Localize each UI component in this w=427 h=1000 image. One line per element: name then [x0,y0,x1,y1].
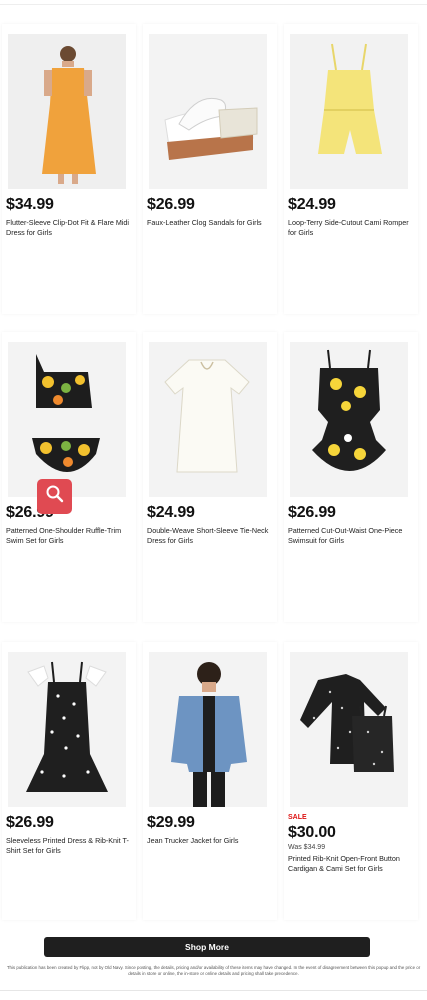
product-price: $34.99 [6,196,54,213]
sale-badge: SALE [288,814,307,821]
product-price: $26.99 [147,196,195,213]
product-card[interactable]: SALE $30.00 Was $34.99 Printed Rib-Knit … [284,642,418,920]
product-image[interactable] [290,652,408,807]
product-name[interactable]: Sleeveless Printed Dress & Rib-Knit T-Sh… [6,836,134,855]
product-name[interactable]: Patterned Cut-Out-Waist One-Piece Swimsu… [288,526,416,545]
product-name[interactable]: Jean Trucker Jacket for Girls [147,836,275,846]
search-icon [45,484,65,509]
product-card[interactable]: $34.99 Flutter-Sleeve Clip-Dot Fit & Fla… [2,24,136,314]
product-name[interactable]: Printed Rib-Knit Open-Front Button Cardi… [288,854,416,873]
product-card[interactable]: $24.99 Loop-Terry Side-Cutout Cami Rompe… [284,24,418,314]
product-image[interactable] [290,34,408,189]
product-card[interactable]: $26.99 Faux-Leather Clog Sandals for Gir… [143,24,277,314]
product-name[interactable]: Double-Weave Short-Sleeve Tie-Neck Dress… [147,526,275,545]
product-name[interactable]: Flutter-Sleeve Clip-Dot Fit & Flare Midi… [6,218,134,237]
product-card[interactable]: $26.99 Sleeveless Printed Dress & Rib-Kn… [2,642,136,920]
product-card[interactable]: $24.99 Double-Weave Short-Sleeve Tie-Nec… [143,332,277,622]
product-price: $24.99 [147,504,195,521]
product-name[interactable]: Patterned One-Shoulder Ruffle-Trim Swim … [6,526,134,545]
product-image[interactable] [8,34,126,189]
product-image[interactable] [149,652,267,807]
product-price: $26.99 [288,504,336,521]
product-card[interactable]: $26.99 Patterned Cut-Out-Waist One-Piece… [284,332,418,622]
product-name[interactable]: Faux-Leather Clog Sandals for Girls [147,218,275,228]
product-image[interactable] [8,652,126,807]
product-card[interactable]: $29.99 Jean Trucker Jacket for Girls [143,642,277,920]
visual-search-button[interactable] [37,479,72,514]
was-price: Was $34.99 [288,844,326,851]
product-price: $29.99 [147,814,195,831]
top-divider [0,4,427,5]
bottom-divider [0,990,427,991]
shop-more-button[interactable]: Shop More [44,937,370,957]
product-card[interactable]: $26.99 Patterned One-Shoulder Ruffle-Tri… [2,332,136,622]
product-image[interactable] [149,34,267,189]
product-price: $26.99 [6,814,54,831]
product-image[interactable] [8,342,126,497]
product-image[interactable] [290,342,408,497]
product-image[interactable] [149,342,267,497]
product-price: $30.00 [288,824,336,841]
product-price: $24.99 [288,196,336,213]
disclaimer-text: This publication has been created by Fli… [6,965,421,976]
product-name[interactable]: Loop-Terry Side-Cutout Cami Romper for G… [288,218,416,237]
